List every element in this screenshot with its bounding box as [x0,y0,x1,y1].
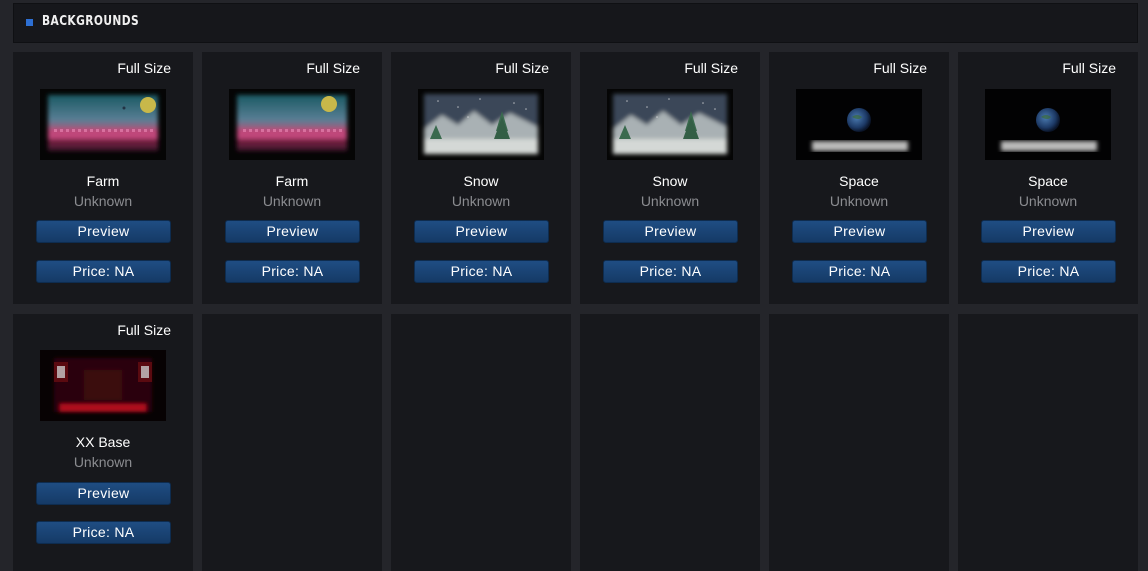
background-author: Unknown [262,193,322,209]
background-name: Space [839,173,879,189]
preview-button[interactable]: Preview [225,220,360,243]
price-button[interactable]: Price: NA [414,260,549,283]
preview-button[interactable]: Preview [414,220,549,243]
preview-button[interactable]: Preview [603,220,738,243]
price-button[interactable]: Price: NA [981,260,1116,283]
background-author: Unknown [640,193,700,209]
xx-base-thumbnail-image [40,350,166,421]
background-tile: Full Size [769,52,949,304]
snow-thumbnail-image [418,89,544,160]
preview-button[interactable]: Preview [36,482,171,505]
price-button[interactable]: Price: NA [603,260,738,283]
background-name: Snow [463,173,499,189]
price-button[interactable]: Price: NA [792,260,927,283]
space-thumbnail-image [985,89,1111,160]
background-author: Unknown [73,454,133,470]
background-name: Space [1028,173,1068,189]
space-thumbnail-image [796,89,922,160]
background-tile: Full Size [391,52,571,304]
background-name: XX Base [75,434,131,450]
full-size-link[interactable]: Full Size [1062,60,1116,76]
background-tile: Full Size [580,52,760,304]
empty-tile [202,314,382,571]
price-button[interactable]: Price: NA [36,260,171,283]
background-author: Unknown [451,193,511,209]
full-size-link[interactable]: Full Size [117,322,171,338]
background-thumbnail[interactable] [40,89,166,160]
empty-tile [958,314,1138,571]
full-size-link[interactable]: Full Size [495,60,549,76]
full-size-link[interactable]: Full Size [684,60,738,76]
background-name: Farm [275,173,309,189]
preview-button[interactable]: Preview [36,220,171,243]
background-thumbnail[interactable] [418,89,544,160]
empty-tile [769,314,949,571]
full-size-link[interactable]: Full Size [873,60,927,76]
preview-button[interactable]: Preview [981,220,1116,243]
background-thumbnail[interactable] [229,89,355,160]
background-name: Snow [652,173,688,189]
section-header: BACKGROUNDS [13,3,1138,43]
header-square-icon [26,19,33,26]
farm-thumbnail-image [40,89,166,160]
backgrounds-page: BACKGROUNDS Full Size Farm Unknown Previ… [0,0,1148,571]
background-name: Farm [86,173,120,189]
farm-thumbnail-image [229,89,355,160]
background-tile: Full Size [13,52,193,304]
full-size-link[interactable]: Full Size [306,60,360,76]
background-author: Unknown [829,193,889,209]
background-thumbnail[interactable] [607,89,733,160]
background-tile: Full Size [958,52,1138,304]
empty-tile [391,314,571,571]
background-thumbnail[interactable] [796,89,922,160]
section-title: BACKGROUNDS [42,14,140,29]
background-author: Unknown [73,193,133,209]
full-size-link[interactable]: Full Size [117,60,171,76]
background-author: Unknown [1018,193,1078,209]
snow-thumbnail-image [607,89,733,160]
price-button[interactable]: Price: NA [36,521,171,544]
empty-tile [580,314,760,571]
price-button[interactable]: Price: NA [225,260,360,283]
preview-button[interactable]: Preview [792,220,927,243]
background-thumbnail[interactable] [985,89,1111,160]
background-tile: Full Size [202,52,382,304]
background-tile: Full Size XX Base Unknown Preview Price:… [13,314,193,571]
background-thumbnail[interactable] [40,350,166,421]
